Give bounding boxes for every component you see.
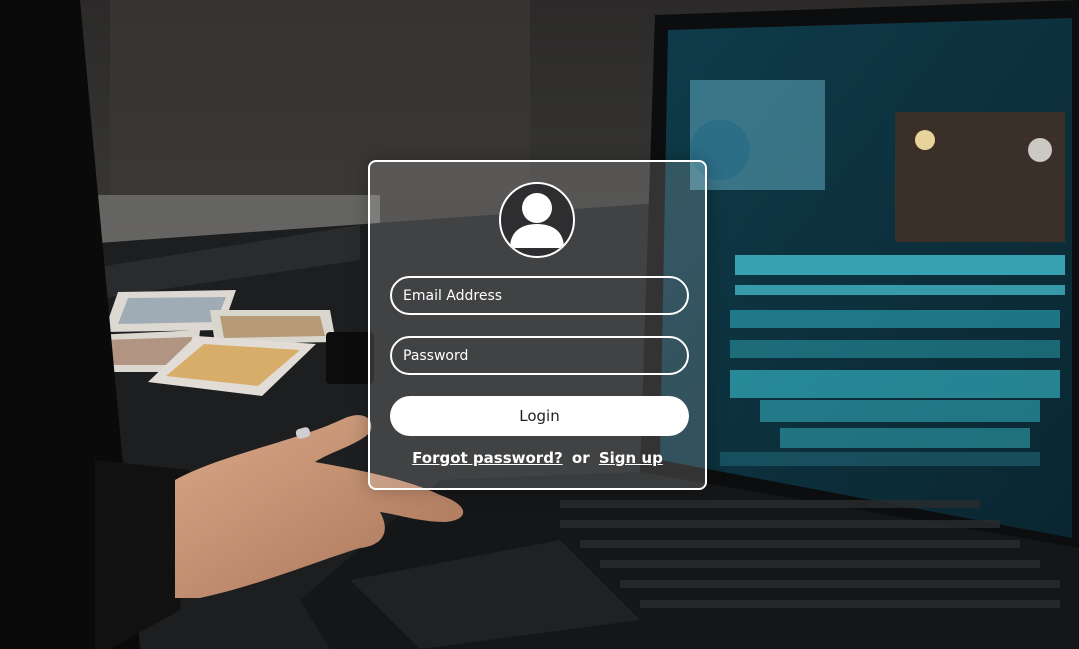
login-card: Login Forgot password? or Sign up	[368, 160, 707, 490]
login-button[interactable]: Login	[390, 396, 689, 436]
sign-up-link[interactable]: Sign up	[599, 449, 663, 467]
user-silhouette-icon	[510, 193, 564, 248]
email-field[interactable]	[390, 276, 689, 315]
avatar	[499, 182, 575, 258]
or-separator: or	[571, 449, 590, 467]
forgot-password-link[interactable]: Forgot password?	[412, 449, 563, 467]
password-field[interactable]	[390, 336, 689, 375]
account-links: Forgot password? or Sign up	[370, 449, 705, 467]
